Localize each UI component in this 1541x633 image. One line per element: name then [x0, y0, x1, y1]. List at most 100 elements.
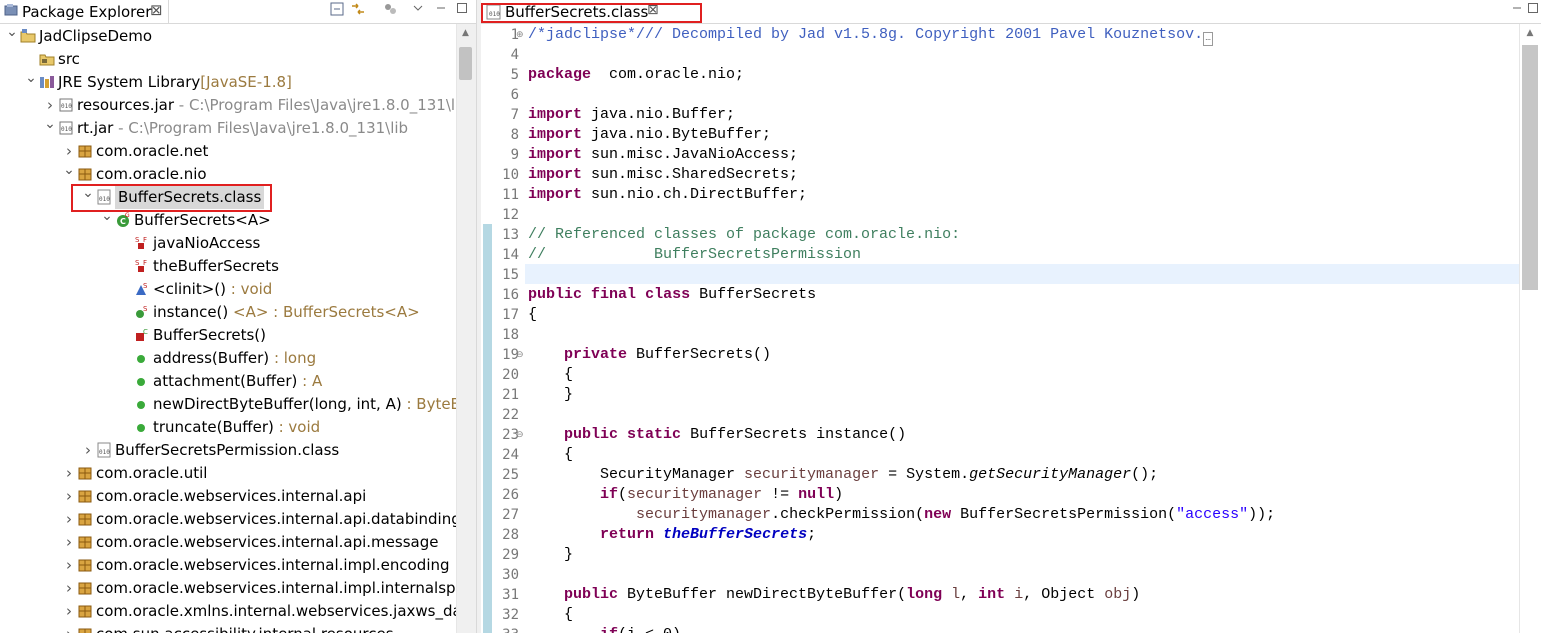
package-tree-scroll-thumb[interactable] [459, 47, 472, 80]
tree-item-decoration: [JavaSE-1.8] [200, 73, 292, 91]
code-line: private BufferSecrets() [528, 345, 771, 365]
code-line: import sun.misc.JavaNioAccess; [528, 145, 798, 165]
expand-twisty-icon[interactable]: › [63, 623, 75, 633]
tree-item[interactable]: S FjavaNioAccess [0, 232, 456, 255]
expand-twisty-icon[interactable]: › [63, 485, 75, 508]
tree-item[interactable]: newDirectByteBuffer(long, int, A) : Byte… [0, 393, 456, 416]
tree-item-label: com.oracle.net [96, 140, 208, 163]
line-number: 15 [502, 267, 519, 283]
line-number: 16 [502, 287, 519, 303]
tree-item[interactable]: › com.oracle.xmlns.internal.webservices.j… [0, 600, 456, 623]
package-explorer-view: Package Explorer ⊠ ⌄ JadClipseDemo src ⌄ JRE… [0, 0, 476, 633]
fold-collapse-icon[interactable]: ⊖ [516, 345, 524, 365]
collapse-all-icon[interactable] [329, 2, 345, 18]
expand-twisty-icon[interactable]: › [63, 600, 75, 623]
maximize-icon[interactable] [454, 2, 470, 18]
expand-twisty-icon[interactable]: › [63, 577, 75, 600]
tree-item[interactable]: S <clinit>() : void [0, 278, 456, 301]
tree-item[interactable]: ⌄ JRE System Library[JavaSE-1.8] [0, 70, 456, 94]
tree-item[interactable]: address(Buffer) : long [0, 347, 456, 370]
tree-item[interactable]: › 010 resources.jar - C:\Program Files\Jav… [0, 94, 456, 117]
tree-item-name: com.oracle.webservices.internal.api.data… [96, 510, 456, 528]
code-token: import [528, 106, 583, 123]
tree-item-decoration: - C:\Program Files\Java\jre1.8.0_131\lib [174, 96, 456, 114]
tree-item[interactable]: C BufferSecrets() [0, 324, 456, 347]
tree-item-label: src [58, 48, 80, 71]
tree-item-label: newDirectByteBuffer(long, int, A) : Byte… [153, 393, 456, 416]
scroll-up-icon[interactable]: ▲ [1522, 28, 1538, 42]
tree-item[interactable]: › com.oracle.util [0, 462, 456, 485]
tree-item[interactable]: attachment(Buffer) : A [0, 370, 456, 393]
tree-item[interactable]: ⌄ 010 rt.jar - C:\Program Files\Java\jre1.… [0, 116, 456, 140]
code-token: , Object [1023, 586, 1105, 603]
code-token: l [951, 586, 961, 603]
tree-item[interactable]: › com.oracle.webservices.internal.impl.in… [0, 577, 456, 600]
fold-expand-icon[interactable]: ⊕ [516, 25, 524, 45]
code-token: SecurityManager [528, 466, 745, 483]
tree-item-name: theBufferSecrets [153, 257, 279, 275]
tree-item[interactable]: › com.oracle.webservices.internal.api [0, 485, 456, 508]
tree-item[interactable]: truncate(Buffer) : void [0, 416, 456, 439]
tree-item[interactable]: ⌄ com.oracle.nio [0, 162, 456, 186]
tree-item-name: BufferSecretsPermission.class [115, 441, 340, 459]
code-token: ; [807, 526, 817, 543]
close-icon[interactable]: ⊠ [150, 1, 163, 19]
code-editor[interactable]: /*jadclipse*/// Decompiled by Jad v1.5.8… [525, 24, 1519, 633]
collapse-twisty-icon[interactable]: ⌄ [63, 159, 75, 182]
tree-item[interactable]: › 010 BufferSecretsPermission.class [0, 439, 456, 462]
package-explorer-tab[interactable]: Package Explorer ⊠ [0, 0, 169, 23]
tree-item[interactable]: S FtheBufferSecrets [0, 255, 456, 278]
expand-twisty-icon[interactable]: › [63, 531, 75, 554]
tree-item-label: resources.jar - C:\Program Files\Java\jr… [77, 94, 456, 117]
tree-item-label: rt.jar - C:\Program Files\Java\jre1.8.0_… [77, 117, 408, 140]
view-menu-icon[interactable] [410, 2, 426, 18]
collapse-twisty-icon[interactable]: ⌄ [6, 24, 18, 44]
code-token: { [528, 446, 574, 463]
package-tree-scrollbar[interactable] [456, 24, 476, 633]
tree-item-label: address(Buffer) : long [153, 347, 316, 370]
expand-twisty-icon[interactable]: › [63, 462, 75, 485]
scroll-up-icon[interactable]: ▲ [459, 28, 472, 42]
svg-text:C: C [143, 328, 148, 336]
minimize-icon[interactable] [1511, 2, 1523, 18]
code-token: { [528, 366, 574, 383]
tree-item-label: com.oracle.nio [96, 163, 207, 186]
tree-item-name: com.sun.accessibility.internal.resources [96, 625, 394, 633]
folded-region-icon[interactable]: … [1203, 32, 1214, 46]
package-tree[interactable]: ⌄ JadClipseDemo src ⌄ JRE System Library[Jav… [0, 24, 456, 633]
tree-item[interactable]: › com.oracle.webservices.internal.api.mes… [0, 531, 456, 554]
tree-item[interactable]: src [0, 48, 456, 71]
tree-item-name: com.oracle.webservices.internal.impl.int… [96, 579, 456, 597]
project-icon [20, 28, 36, 44]
code-token: BufferSecrets [690, 286, 817, 303]
code-token: sun.misc.JavaNioAccess; [582, 146, 799, 163]
tree-item-name: BufferSecrets() [153, 326, 266, 344]
filters-icon[interactable] [382, 2, 398, 18]
minimize-icon[interactable] [433, 2, 449, 18]
tree-item[interactable]: › com.oracle.webservices.internal.api.dat… [0, 508, 456, 531]
tree-item[interactable]: ⌄ C G BufferSecrets<A> [0, 208, 456, 232]
editor-scroll-thumb[interactable] [1522, 45, 1538, 290]
tree-item[interactable]: Sinstance() <A> : BufferSecrets<A> [0, 301, 456, 324]
collapse-twisty-icon[interactable]: ⌄ [25, 67, 37, 90]
change-ruler [483, 224, 492, 633]
tree-item-name: com.oracle.xmlns.internal.webservices.ja… [96, 602, 456, 620]
expand-twisty-icon[interactable]: › [82, 439, 94, 462]
tree-item[interactable]: › com.oracle.webservices.internal.impl.en… [0, 554, 456, 577]
code-token: return [600, 526, 655, 543]
tree-item-name: src [58, 50, 80, 68]
maximize-icon[interactable] [1527, 2, 1539, 18]
tree-item-label: com.oracle.webservices.internal.impl.enc… [96, 554, 450, 577]
expand-twisty-icon[interactable]: › [63, 508, 75, 531]
jar-icon: 010 [58, 120, 74, 136]
link-with-editor-icon[interactable] [350, 2, 366, 18]
tree-item[interactable]: › com.sun.accessibility.internal.resource… [0, 623, 456, 633]
line-number: 24 [502, 447, 519, 463]
expand-twisty-icon[interactable]: › [63, 554, 75, 577]
package-icon [77, 511, 93, 527]
tree-item[interactable]: ⌄ JadClipseDemo [0, 24, 456, 48]
collapse-twisty-icon[interactable]: ⌄ [44, 113, 56, 136]
fold-collapse-icon[interactable]: ⊖ [516, 425, 524, 445]
